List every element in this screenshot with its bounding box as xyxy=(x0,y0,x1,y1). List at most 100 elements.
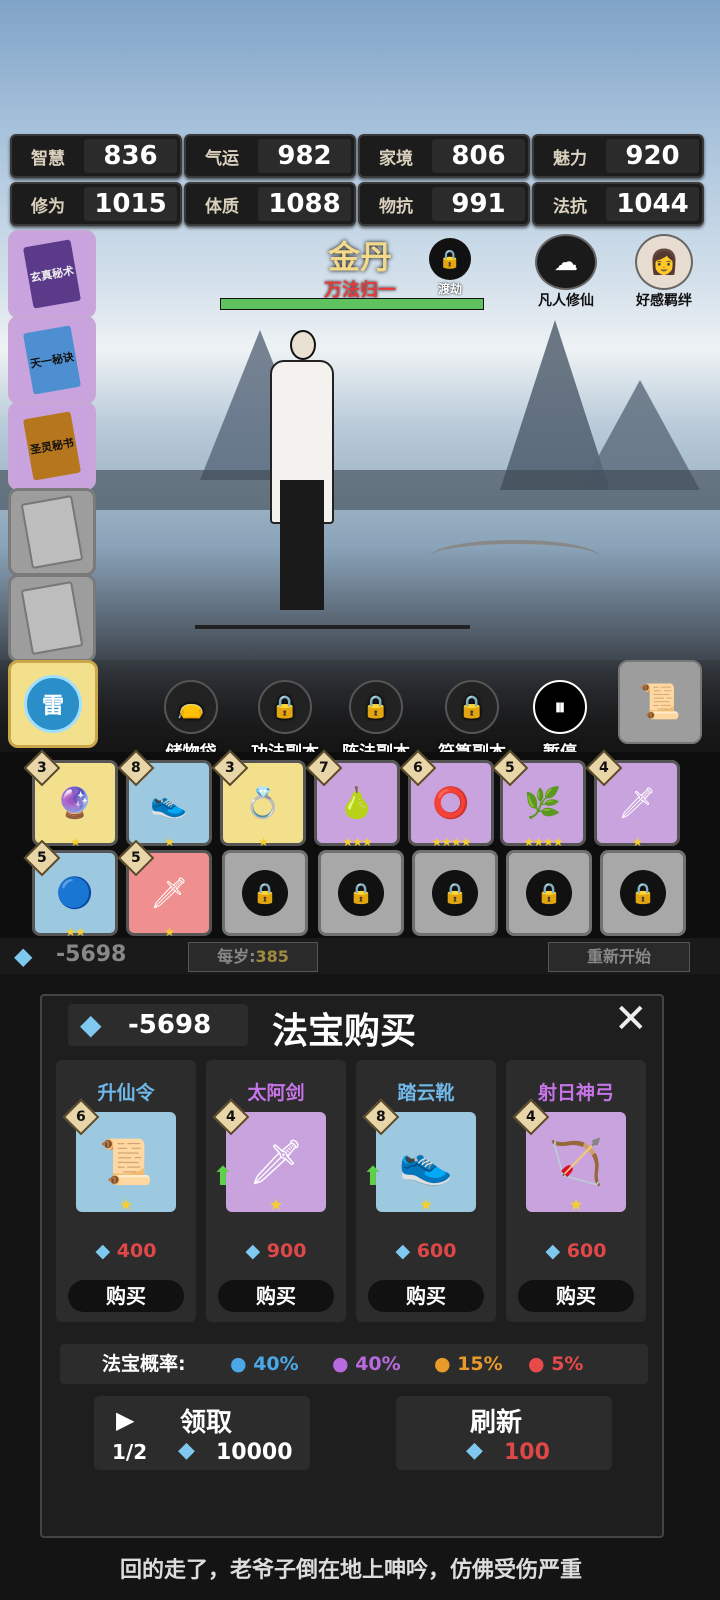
lock-icon: 🔒 xyxy=(429,238,471,280)
buy-button[interactable]: 购买 xyxy=(368,1280,484,1312)
buy-button[interactable]: 购买 xyxy=(68,1280,184,1312)
buy-button[interactable]: 购买 xyxy=(218,1280,334,1312)
inventory-slot[interactable]: 5 🔵 ★★ xyxy=(23,839,118,939)
treasure-icon: 🌿 xyxy=(524,785,562,821)
mortal-cultivation-button[interactable]: ☁ 凡人修仙 xyxy=(526,234,606,310)
gem-icon: ◆ xyxy=(80,1008,102,1041)
star-rating: ★ xyxy=(632,835,643,849)
inventory-slot[interactable]: 7 🍐 ★★★ xyxy=(305,749,400,849)
gem-icon: ◆ xyxy=(395,1240,411,1262)
treasure-icon: 🍐 xyxy=(338,785,376,821)
probability-bar: 法宝概率: ● 40% ● 40% ● 15% ● 5% xyxy=(60,1344,648,1384)
star-rating: ★ xyxy=(268,1195,284,1214)
treasure-icon: 🗡 xyxy=(149,875,189,911)
claim-button[interactable]: ▶ 领取 1/2 ◆ 10000 xyxy=(94,1396,310,1470)
locked-slot[interactable]: 🔒 xyxy=(412,850,498,936)
locked-slot[interactable]: 🔒 xyxy=(600,850,686,936)
scroll-button[interactable]: 📜 xyxy=(618,660,702,744)
lock-icon: 🔒 xyxy=(445,680,499,734)
dragon-spirit xyxy=(430,540,600,574)
empty-book-icon xyxy=(20,580,84,656)
upgrade-arrow-icon: ⬆ xyxy=(362,1162,384,1192)
book-slot-2[interactable]: 天一秘诀 xyxy=(8,316,96,404)
dialog-gem-badge: ◆ -5698 xyxy=(68,1004,248,1046)
stat-constitution: 体质 1088 xyxy=(184,182,356,226)
locked-slot[interactable]: 🔒 xyxy=(318,850,404,936)
status-bar: ◆ -5698 每岁:385 重新开始 xyxy=(0,938,720,974)
lock-icon: 🔒 xyxy=(526,870,572,916)
treasure-icon: 🔮 xyxy=(56,785,94,821)
inventory-slot[interactable]: 4 🗡 ★ xyxy=(585,749,680,849)
book-slot-3[interactable]: 圣灵秘书 xyxy=(8,402,96,490)
price: ◆ 900 xyxy=(245,1240,307,1262)
refresh-button[interactable]: 刷新 ◆ 100 xyxy=(396,1396,612,1470)
treasure-image: 🗡 4 ⬆ ★ xyxy=(212,1098,326,1214)
book-slot-1[interactable]: 玄真秘术 xyxy=(8,230,96,318)
star-rating: ★★★ xyxy=(342,835,372,849)
inventory-slot[interactable]: 6 ⭕ ★★★★ xyxy=(399,749,494,849)
stat-physical-resist: 物抗 991 xyxy=(358,182,530,226)
sword xyxy=(195,625,470,629)
inventory-slot[interactable]: 8 👟 ★ xyxy=(117,749,212,849)
lock-icon: 🔒 xyxy=(432,870,478,916)
pause-button[interactable]: ⏸暂停 xyxy=(515,680,605,763)
shop-card: 升仙令 📜 6 ★ ◆ 400 购买 xyxy=(56,1060,196,1322)
per-year-badge: 每岁:385 xyxy=(188,942,318,972)
thunder-icon: 雷 xyxy=(24,675,82,733)
lock-icon: 🔒 xyxy=(620,870,666,916)
manual-icon: 圣灵秘书 xyxy=(22,411,82,481)
book-slot-locked-2[interactable] xyxy=(8,574,96,662)
storage-bag-button[interactable]: 👝储物袋 xyxy=(146,680,236,763)
gem-icon: ◆ xyxy=(466,1438,483,1463)
buy-button[interactable]: 购买 xyxy=(518,1280,634,1312)
companion-avatar: 👩 xyxy=(635,234,693,290)
restart-button[interactable]: 重新开始 xyxy=(548,942,690,972)
inventory-slot[interactable]: 3 🔮 ★ xyxy=(23,749,118,849)
inventory-slot[interactable]: 5 🗡 ★ xyxy=(117,839,212,939)
manual-icon: 天一秘诀 xyxy=(22,325,82,395)
treasure-icon: 👟 xyxy=(150,785,188,821)
upgrade-arrow-icon: ⬆ xyxy=(212,1162,234,1192)
stat-cultivation: 修为 1015 xyxy=(10,182,182,226)
star-rating: ★★ xyxy=(65,925,86,939)
thunder-skill-button[interactable]: 雷 xyxy=(8,660,98,748)
stat-magic-resist: 法抗 1044 xyxy=(532,182,704,226)
treasure-icon: 🗡 xyxy=(617,785,657,821)
locked-slot[interactable]: 🔒 xyxy=(222,850,308,936)
tribulation-lock[interactable]: 🔒 渡劫 xyxy=(425,238,475,297)
gem-icon: ◆ xyxy=(14,942,33,970)
close-icon[interactable]: ✕ xyxy=(614,996,648,1042)
inventory-slot[interactable]: 5 🌿 ★★★★ xyxy=(491,749,586,849)
affinity-button[interactable]: 👩 好感羁绊 xyxy=(624,234,704,310)
gem-count: -5698 xyxy=(56,942,127,967)
treasure-image: 👟 8 ⬆ ★ xyxy=(362,1098,476,1214)
inventory-slot[interactable]: 3 💍 ★ xyxy=(211,749,306,849)
star-rating: ★ xyxy=(418,1195,434,1214)
gem-icon: ◆ xyxy=(245,1240,261,1262)
stat-luck: 气运 982 xyxy=(184,134,356,178)
story-text: 回的走了，老爷子倒在地上呻吟，仿佛受伤严重 xyxy=(120,1558,583,1583)
video-icon: ▶ xyxy=(116,1406,135,1434)
shop-card: 踏云靴 👟 8 ⬆ ★ ◆ 600 购买 xyxy=(356,1060,496,1322)
stat-charm: 魅力 920 xyxy=(532,134,704,178)
locked-slot[interactable]: 🔒 xyxy=(506,850,592,936)
lock-icon: 🔒 xyxy=(242,870,288,916)
formation-dungeon-button[interactable]: 🔒阵法副本 xyxy=(331,680,421,763)
dialog-title: 法宝购买 xyxy=(272,1011,417,1052)
star-rating: ★ xyxy=(258,835,269,849)
stat-family: 家境 806 xyxy=(358,134,530,178)
cloud-emblem-icon: ☁ xyxy=(535,234,597,290)
realm-progress-bar xyxy=(220,298,484,310)
star-rating: ★ xyxy=(164,925,175,939)
shop-card: 太阿剑 🗡 4 ⬆ ★ ◆ 900 购买 xyxy=(206,1060,346,1322)
star-rating: ★★★★ xyxy=(431,835,471,849)
treasure-icon: ⭕ xyxy=(432,785,470,821)
bag-icon: 👝 xyxy=(164,680,218,734)
book-slot-locked-1[interactable] xyxy=(8,488,96,576)
technique-dungeon-button[interactable]: 🔒功法副本 xyxy=(240,680,330,763)
price: ◆ 400 xyxy=(95,1240,157,1262)
star-rating: ★ xyxy=(118,1195,134,1214)
talisman-dungeon-button[interactable]: 🔒符箓副本 xyxy=(427,680,517,763)
stat-wisdom: 智慧 836 xyxy=(10,134,182,178)
treasure-icon: 🔵 xyxy=(56,875,94,911)
